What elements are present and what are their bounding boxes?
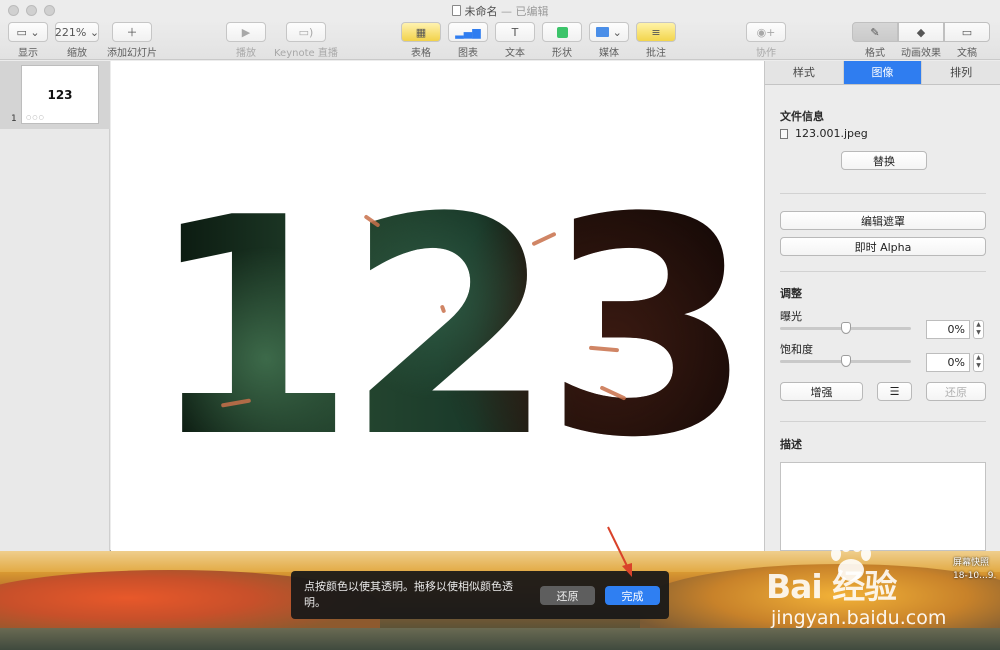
watermark-brand: Bai 经验 [766,567,897,606]
watermark-url: jingyan.baidu.com [771,607,947,629]
